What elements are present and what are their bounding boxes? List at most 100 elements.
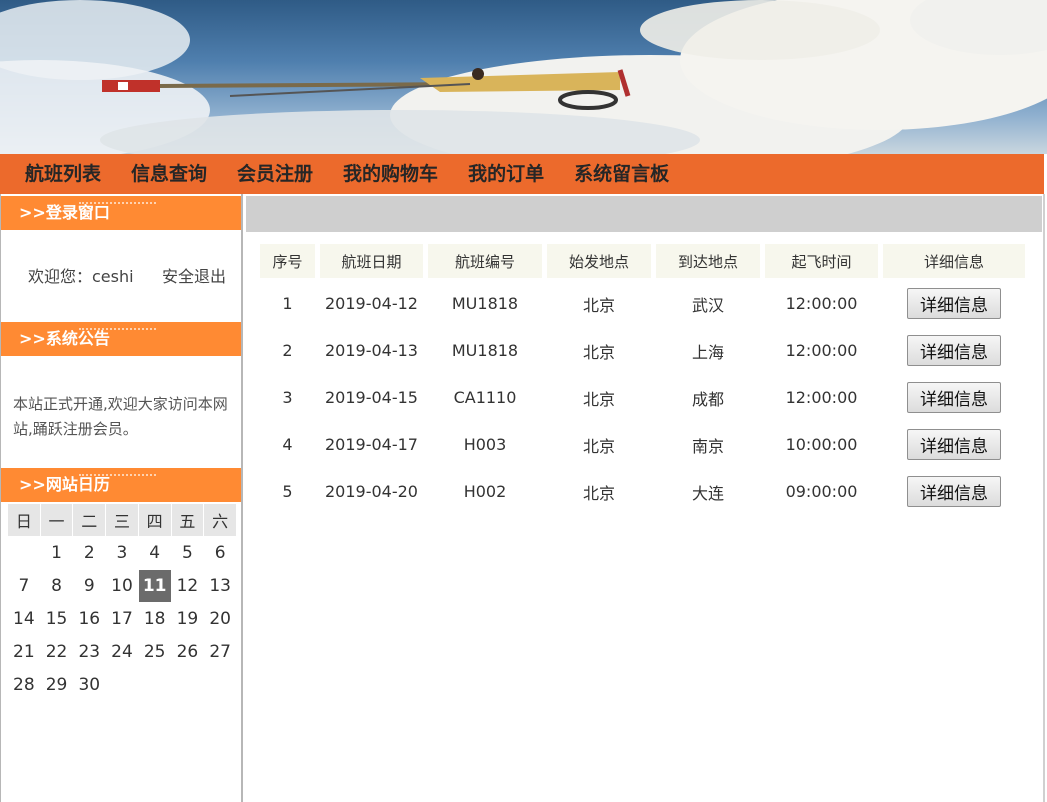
calendar-panel-title: >>网站日历 <box>1 468 241 502</box>
calendar-day <box>139 669 171 701</box>
sidebar: >>登录窗口 欢迎您：ceshi 安全退出 >>系统公告 本站正式开通,欢迎大家… <box>0 194 243 802</box>
cell-takeoff-time: 09:00:00 <box>785 482 858 501</box>
cell-index: 4 <box>282 435 293 454</box>
table-row: 2 2019-04-13 MU1818 北京 上海 12:00:00 详细信息 <box>260 329 1025 372</box>
col-flight-date: 航班日期 <box>320 244 423 278</box>
calendar-day: 23 <box>78 642 101 662</box>
calendar-day: 13 <box>209 576 231 596</box>
calendar-day: 22 <box>45 642 68 662</box>
nav-info-query[interactable]: 信息查询 <box>116 154 222 194</box>
banner-airplane-image <box>0 0 1047 154</box>
cell-flight-number: MU1818 <box>451 294 519 313</box>
calendar-week-row: 1 2 3 4 5 6 <box>8 537 236 569</box>
calendar-week-row: 28 29 30 <box>8 669 236 701</box>
cell-flight-number: MU1818 <box>451 341 519 360</box>
calendar-week-row: 7 8 9 10 11 12 13 <box>8 570 236 602</box>
weekday-fri: 五 <box>171 504 204 536</box>
cell-arrival: 武汉 <box>691 295 724 315</box>
nav-shopping-cart[interactable]: 我的购物车 <box>328 154 453 194</box>
cell-arrival: 南京 <box>691 436 724 456</box>
cell-details: 详细信息 <box>883 329 1025 372</box>
cell-departure: 北京 <box>582 389 615 409</box>
cell-details: 详细信息 <box>883 423 1025 466</box>
details-button[interactable]: 详细信息 <box>907 476 1001 507</box>
cell-arrival: 大连 <box>691 483 724 503</box>
cell-flight-date: 2019-04-20 <box>325 482 418 501</box>
nav-flight-list[interactable]: 航班列表 <box>10 154 116 194</box>
weekday-thu: 四 <box>138 504 171 536</box>
calendar-week-row: 21 22 23 24 25 26 27 <box>8 636 236 668</box>
table-row: 4 2019-04-17 H003 北京 南京 10:00:00 详细信息 <box>260 423 1025 466</box>
calendar-day: 10 <box>111 576 133 596</box>
calendar-day: 25 <box>143 642 166 662</box>
cell-index: 3 <box>282 388 293 407</box>
calendar-day: 15 <box>45 609 68 629</box>
weekday-wed: 三 <box>106 504 138 536</box>
calendar-day: 3 <box>116 543 128 563</box>
calendar-day: 5 <box>182 543 193 563</box>
col-takeoff-time: 起飞时间 <box>765 244 878 278</box>
table-row: 5 2019-04-20 H002 北京 大连 09:00:00 详细信息 <box>260 470 1025 513</box>
calendar-day: 4 <box>149 543 161 563</box>
calendar-day: 9 <box>83 576 95 596</box>
calendar-day <box>204 669 236 701</box>
calendar-day: 24 <box>111 642 133 662</box>
nav-my-orders[interactable]: 我的订单 <box>453 154 559 194</box>
table-row: 1 2019-04-12 MU1818 北京 武汉 12:00:00 详细信息 <box>260 282 1025 325</box>
weekday-tue: 二 <box>73 504 106 536</box>
cell-flight-date: 2019-04-13 <box>325 341 418 360</box>
main-nav: 航班列表 信息查询 会员注册 我的购物车 我的订单 系统留言板 <box>0 154 1044 194</box>
calendar-day: 28 <box>13 675 35 695</box>
cell-details: 详细信息 <box>883 470 1025 513</box>
nav-member-register[interactable]: 会员注册 <box>222 154 328 194</box>
calendar-day: 7 <box>18 576 30 596</box>
logout-link[interactable]: 安全退出 <box>162 263 226 287</box>
calendar-day: 14 <box>13 609 35 629</box>
cell-details: 详细信息 <box>883 282 1025 325</box>
col-arrival: 到达地点 <box>656 244 760 278</box>
calendar-day: 21 <box>13 642 35 662</box>
main-content: 序号 航班日期 航班编号 始发地点 到达地点 起飞时间 详细信息 1 2019-0… <box>243 194 1044 802</box>
details-button[interactable]: 详细信息 <box>907 288 1001 319</box>
weekday-mon: 一 <box>40 504 73 536</box>
calendar-day: 30 <box>78 675 101 695</box>
details-button[interactable]: 详细信息 <box>907 382 1001 413</box>
details-button[interactable]: 详细信息 <box>907 429 1001 460</box>
calendar-day: 8 <box>51 576 62 596</box>
cell-departure: 北京 <box>582 483 615 503</box>
content-title-bar <box>246 196 1042 232</box>
col-flight-number: 航班编号 <box>428 244 542 278</box>
col-details: 详细信息 <box>883 244 1025 278</box>
calendar-day-today: 11 <box>138 570 171 602</box>
welcome-text: 欢迎您：ceshi <box>28 267 134 286</box>
cell-takeoff-time: 12:00:00 <box>785 294 858 313</box>
cell-arrival: 成都 <box>691 389 724 409</box>
cell-index: 2 <box>282 341 293 360</box>
login-panel: 欢迎您：ceshi 安全退出 <box>1 230 241 320</box>
cell-flight-number: H002 <box>463 482 507 501</box>
weekday-sun: 日 <box>8 504 40 536</box>
cell-details: 详细信息 <box>883 376 1025 419</box>
calendar-day: 17 <box>111 609 133 629</box>
calendar-weekday-row: 日 一 二 三 四 五 六 <box>8 504 236 536</box>
details-button[interactable]: 详细信息 <box>907 335 1001 366</box>
cell-flight-date: 2019-04-15 <box>325 388 418 407</box>
weekday-sat: 六 <box>204 504 236 536</box>
login-panel-title: >>登录窗口 <box>1 196 241 230</box>
table-row: 3 2019-04-15 CA1110 北京 成都 12:00:00 详细信息 <box>260 376 1025 419</box>
col-index: 序号 <box>260 244 315 278</box>
calendar-week-row: 14 15 16 17 18 19 20 <box>8 603 236 635</box>
calendar-day: 16 <box>78 609 101 629</box>
calendar-day: 6 <box>214 543 226 563</box>
page-right-border <box>1043 194 1045 802</box>
cell-arrival: 上海 <box>691 342 724 362</box>
calendar-day: 12 <box>176 576 199 596</box>
flight-table: 序号 航班日期 航班编号 始发地点 到达地点 起飞时间 详细信息 1 2019-0… <box>255 240 1030 517</box>
nav-message-board[interactable]: 系统留言板 <box>559 154 684 194</box>
cell-flight-number: CA1110 <box>453 388 517 407</box>
calendar-day: 1 <box>51 543 62 563</box>
calendar-day: 26 <box>176 642 199 662</box>
calendar-days: 1 2 3 4 5 6 7 8 9 10 11 12 13 14 15 16 17 18 19 20 21 22 23 24 2… <box>8 537 236 701</box>
calendar-day <box>106 669 138 701</box>
cell-takeoff-time: 12:00:00 <box>785 341 858 360</box>
